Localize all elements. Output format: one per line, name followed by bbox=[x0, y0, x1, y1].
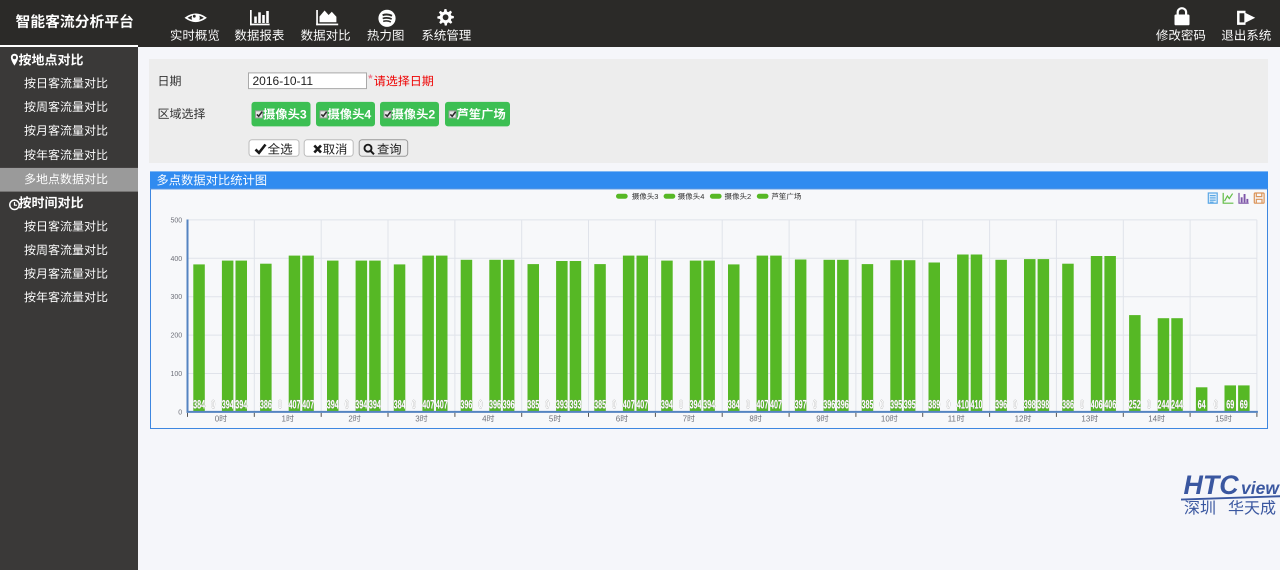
svg-text:394: 394 bbox=[369, 399, 381, 412]
svg-text:394: 394 bbox=[327, 399, 339, 412]
svg-text:386: 386 bbox=[1062, 399, 1074, 412]
svg-text:394: 394 bbox=[235, 399, 247, 412]
svg-text:396: 396 bbox=[995, 399, 1007, 412]
svg-text:395: 395 bbox=[890, 399, 902, 412]
svg-text:406: 406 bbox=[1091, 399, 1103, 412]
svg-text:389: 389 bbox=[928, 399, 940, 412]
svg-text:396: 396 bbox=[460, 399, 472, 412]
svg-text:0: 0 bbox=[345, 399, 349, 412]
svg-text:9: 9 bbox=[816, 414, 821, 423]
svg-text:396: 396 bbox=[823, 399, 835, 412]
svg-text:393: 393 bbox=[556, 399, 568, 412]
svg-text:396: 396 bbox=[489, 399, 501, 412]
svg-text:13: 13 bbox=[1081, 414, 1090, 423]
svg-text:0: 0 bbox=[1214, 399, 1218, 412]
svg-text:394: 394 bbox=[661, 399, 673, 412]
svg-text:394: 394 bbox=[222, 399, 234, 412]
svg-text:407: 407 bbox=[636, 399, 648, 412]
svg-text:407: 407 bbox=[302, 399, 314, 412]
svg-text:407: 407 bbox=[436, 399, 448, 412]
svg-text:396: 396 bbox=[503, 399, 515, 412]
svg-text:0: 0 bbox=[412, 399, 416, 412]
svg-text:*: * bbox=[368, 73, 373, 85]
svg-text:4: 4 bbox=[482, 414, 487, 423]
svg-text:0: 0 bbox=[1147, 399, 1151, 412]
svg-text:398: 398 bbox=[1024, 399, 1036, 412]
svg-text:2: 2 bbox=[428, 108, 435, 122]
svg-text:3: 3 bbox=[415, 414, 420, 423]
svg-text:0: 0 bbox=[478, 399, 482, 412]
svg-text:400: 400 bbox=[171, 256, 183, 263]
svg-text:500: 500 bbox=[171, 217, 183, 224]
svg-text:64: 64 bbox=[1198, 399, 1206, 412]
svg-text:15: 15 bbox=[1215, 414, 1224, 423]
svg-text:0: 0 bbox=[612, 399, 616, 412]
svg-text:394: 394 bbox=[703, 399, 715, 412]
svg-text:2016-10-11: 2016-10-11 bbox=[253, 74, 314, 88]
svg-text:2: 2 bbox=[348, 414, 353, 423]
svg-text:10: 10 bbox=[881, 414, 890, 423]
svg-text:2: 2 bbox=[747, 192, 751, 201]
svg-text:394: 394 bbox=[355, 399, 367, 412]
svg-text:385: 385 bbox=[594, 399, 606, 412]
svg-text:8: 8 bbox=[749, 414, 754, 423]
svg-text:0: 0 bbox=[679, 399, 683, 412]
svg-text:200: 200 bbox=[171, 333, 183, 340]
svg-text:0: 0 bbox=[1013, 399, 1017, 412]
svg-text:384: 384 bbox=[394, 399, 406, 412]
svg-text:244: 244 bbox=[1171, 399, 1183, 412]
svg-text:384: 384 bbox=[193, 399, 205, 412]
svg-text:244: 244 bbox=[1157, 399, 1169, 412]
svg-text:397: 397 bbox=[795, 399, 807, 412]
svg-text:6: 6 bbox=[616, 414, 621, 423]
svg-text:407: 407 bbox=[422, 399, 434, 412]
svg-text:11: 11 bbox=[948, 414, 957, 423]
svg-text:3: 3 bbox=[654, 192, 658, 201]
svg-text:0: 0 bbox=[946, 399, 950, 412]
svg-text:0: 0 bbox=[178, 409, 182, 416]
svg-text:410: 410 bbox=[971, 399, 983, 412]
svg-text:12: 12 bbox=[1015, 414, 1024, 423]
svg-text:5: 5 bbox=[549, 414, 554, 423]
svg-text:386: 386 bbox=[260, 399, 272, 412]
svg-text:396: 396 bbox=[837, 399, 849, 412]
svg-text:0: 0 bbox=[278, 399, 282, 412]
svg-text:7: 7 bbox=[683, 414, 688, 423]
svg-text:395: 395 bbox=[904, 399, 916, 412]
svg-text:0: 0 bbox=[215, 414, 220, 423]
svg-text:1: 1 bbox=[282, 414, 287, 423]
svg-text:410: 410 bbox=[957, 399, 969, 412]
svg-text:385: 385 bbox=[527, 399, 539, 412]
svg-text:view: view bbox=[1241, 478, 1280, 498]
svg-text:69: 69 bbox=[1240, 399, 1248, 412]
svg-text:393: 393 bbox=[570, 399, 582, 412]
svg-text:407: 407 bbox=[289, 399, 301, 412]
svg-text:0: 0 bbox=[813, 399, 817, 412]
svg-text:0: 0 bbox=[1080, 399, 1084, 412]
svg-text:0: 0 bbox=[880, 399, 884, 412]
svg-text:3: 3 bbox=[300, 108, 307, 122]
svg-text:384: 384 bbox=[728, 399, 740, 412]
svg-text:0: 0 bbox=[211, 399, 215, 412]
svg-text:407: 407 bbox=[770, 399, 782, 412]
svg-text:14: 14 bbox=[1148, 414, 1157, 423]
svg-text:300: 300 bbox=[171, 294, 183, 301]
svg-text:385: 385 bbox=[862, 399, 874, 412]
svg-text:HTC: HTC bbox=[1184, 470, 1240, 500]
svg-text:407: 407 bbox=[756, 399, 768, 412]
svg-text:100: 100 bbox=[171, 371, 183, 378]
svg-text:406: 406 bbox=[1104, 399, 1116, 412]
svg-text:4: 4 bbox=[700, 192, 704, 201]
svg-text:0: 0 bbox=[746, 399, 750, 412]
svg-text:398: 398 bbox=[1037, 399, 1049, 412]
svg-text:69: 69 bbox=[1226, 399, 1234, 412]
svg-text:252: 252 bbox=[1129, 399, 1141, 412]
svg-text:4: 4 bbox=[364, 108, 371, 122]
svg-text:0: 0 bbox=[545, 399, 549, 412]
svg-text:407: 407 bbox=[623, 399, 635, 412]
svg-text:394: 394 bbox=[690, 399, 702, 412]
